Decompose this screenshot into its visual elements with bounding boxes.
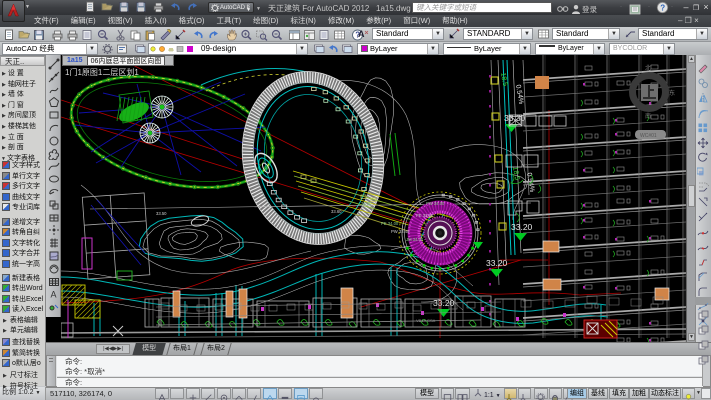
svg-text:0.54%: 0.54% xyxy=(514,84,524,105)
svg-text:WC#01: WC#01 xyxy=(640,133,657,139)
svg-text:南: 南 xyxy=(645,112,651,120)
svg-text:VB14 GSA: VB14 GSA xyxy=(416,318,436,323)
svg-text:33.50: 33.50 xyxy=(156,211,167,216)
svg-text:A: A xyxy=(51,290,57,300)
svg-text:东: 东 xyxy=(669,89,675,97)
svg-text:PW 33.45: PW 33.45 xyxy=(391,229,410,234)
svg-text:A: A xyxy=(358,29,365,39)
svg-text:?: ? xyxy=(660,3,665,12)
svg-text:北: 北 xyxy=(645,64,651,72)
svg-text:PW 34.00: PW 34.00 xyxy=(426,201,445,206)
svg-text:33.20: 33.20 xyxy=(511,222,533,232)
svg-text:33.30: 33.30 xyxy=(361,201,372,206)
svg-text:PE 33.60: PE 33.60 xyxy=(416,213,434,218)
svg-text:JM 34.00: JM 34.00 xyxy=(406,237,424,242)
svg-text:33.20: 33.20 xyxy=(486,258,508,268)
svg-text:18.5: 18.5 xyxy=(511,166,520,181)
svg-text:1门1原图1二层区划1: 1门1原图1二层区划1 xyxy=(65,67,139,77)
svg-text:PE 34.00: PE 34.00 xyxy=(381,221,399,226)
svg-text:18.5: 18.5 xyxy=(499,72,508,87)
svg-text:33.60: 33.60 xyxy=(331,209,342,214)
